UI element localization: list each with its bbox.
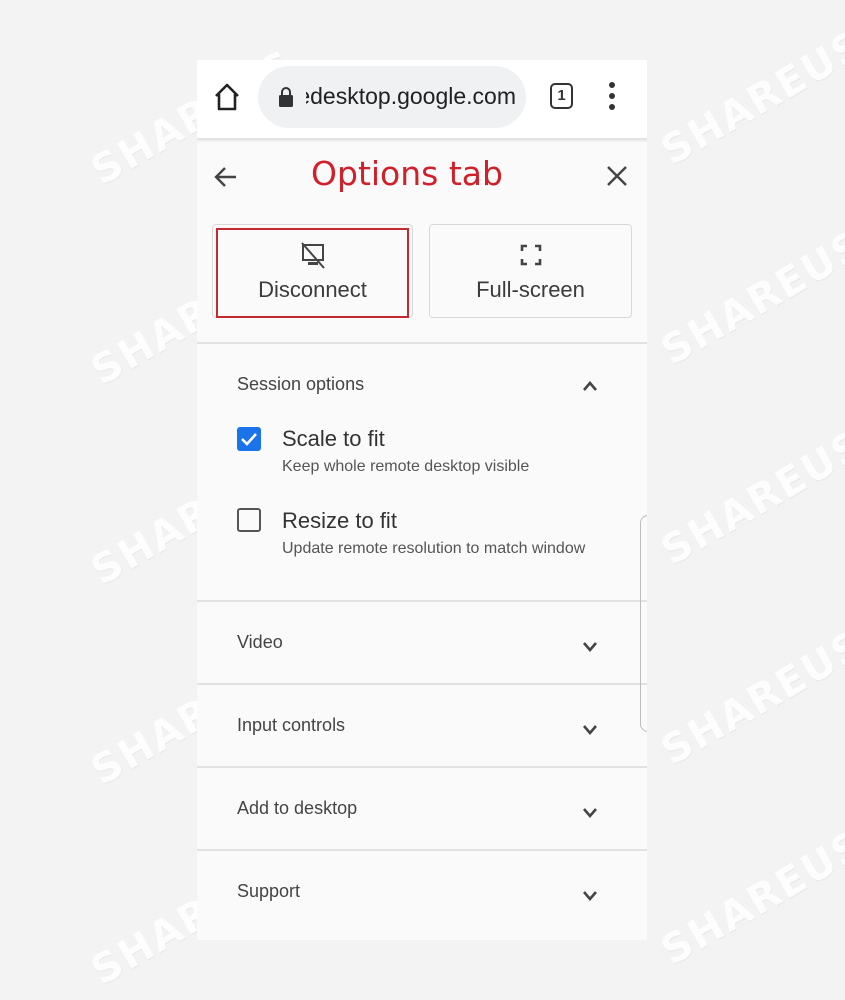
section-title: Session options <box>237 374 365 394</box>
fullscreen-icon <box>520 244 541 266</box>
close-icon[interactable] <box>605 164 629 188</box>
disconnect-button[interactable]: Disconnect <box>212 224 413 318</box>
session-options-header[interactable]: Session options <box>197 344 647 394</box>
home-icon[interactable] <box>213 82 241 112</box>
watermark: SHAREUS <box>653 621 845 775</box>
watermark: SHAREUS <box>653 221 845 375</box>
resize-to-fit-checkbox[interactable] <box>237 508 261 532</box>
watermark: SHAREUS <box>653 821 845 975</box>
section-video[interactable]: Video <box>197 602 647 684</box>
watermark: SHAREUS <box>653 21 845 175</box>
disconnect-label: Disconnect <box>258 277 367 302</box>
chevron-down-icon[interactable] <box>582 640 598 652</box>
section-add-to-desktop[interactable]: Add to desktop <box>197 768 647 850</box>
fullscreen-button[interactable]: Full-screen <box>429 224 632 318</box>
page-title: Options tab <box>311 154 503 193</box>
lock-icon <box>279 87 293 107</box>
monitor-off-icon <box>300 242 325 269</box>
chevron-down-icon[interactable] <box>582 806 598 818</box>
watermark: SHAREUS <box>653 421 845 575</box>
section-title: Add to desktop <box>237 798 358 818</box>
more-menu-icon[interactable] <box>605 82 619 112</box>
scale-to-fit-description: Keep whole remote desktop visible <box>282 458 530 475</box>
browser-toolbar: remotedesktop.google.com 1 <box>197 60 647 140</box>
chevron-down-icon[interactable] <box>582 723 598 735</box>
section-title: Support <box>237 881 301 901</box>
scale-to-fit-label: Scale to fit <box>282 426 385 451</box>
tab-count-button[interactable]: 1 <box>550 83 573 109</box>
resize-to-fit-label: Resize to fit <box>282 508 397 533</box>
scale-to-fit-checkbox[interactable] <box>237 427 261 451</box>
section-title: Video <box>237 632 283 652</box>
fullscreen-label: Full-screen <box>476 277 585 302</box>
scrollbar[interactable] <box>640 515 647 732</box>
panel-header: Options tab <box>197 140 647 210</box>
section-title: Input controls <box>237 715 346 735</box>
section-input-controls[interactable]: Input controls <box>197 685 647 767</box>
resize-to-fit-description: Update remote resolution to match window <box>282 540 586 557</box>
chevron-down-icon[interactable] <box>582 889 598 901</box>
checkmark-icon <box>241 433 257 446</box>
chevron-up-icon[interactable] <box>582 380 598 392</box>
address-bar[interactable]: remotedesktop.google.com <box>258 66 526 128</box>
url-text: remotedesktop.google.com <box>306 83 516 109</box>
phone-screen: remotedesktop.google.com 1 Options tab D… <box>197 60 647 940</box>
section-support[interactable]: Support <box>197 851 647 933</box>
